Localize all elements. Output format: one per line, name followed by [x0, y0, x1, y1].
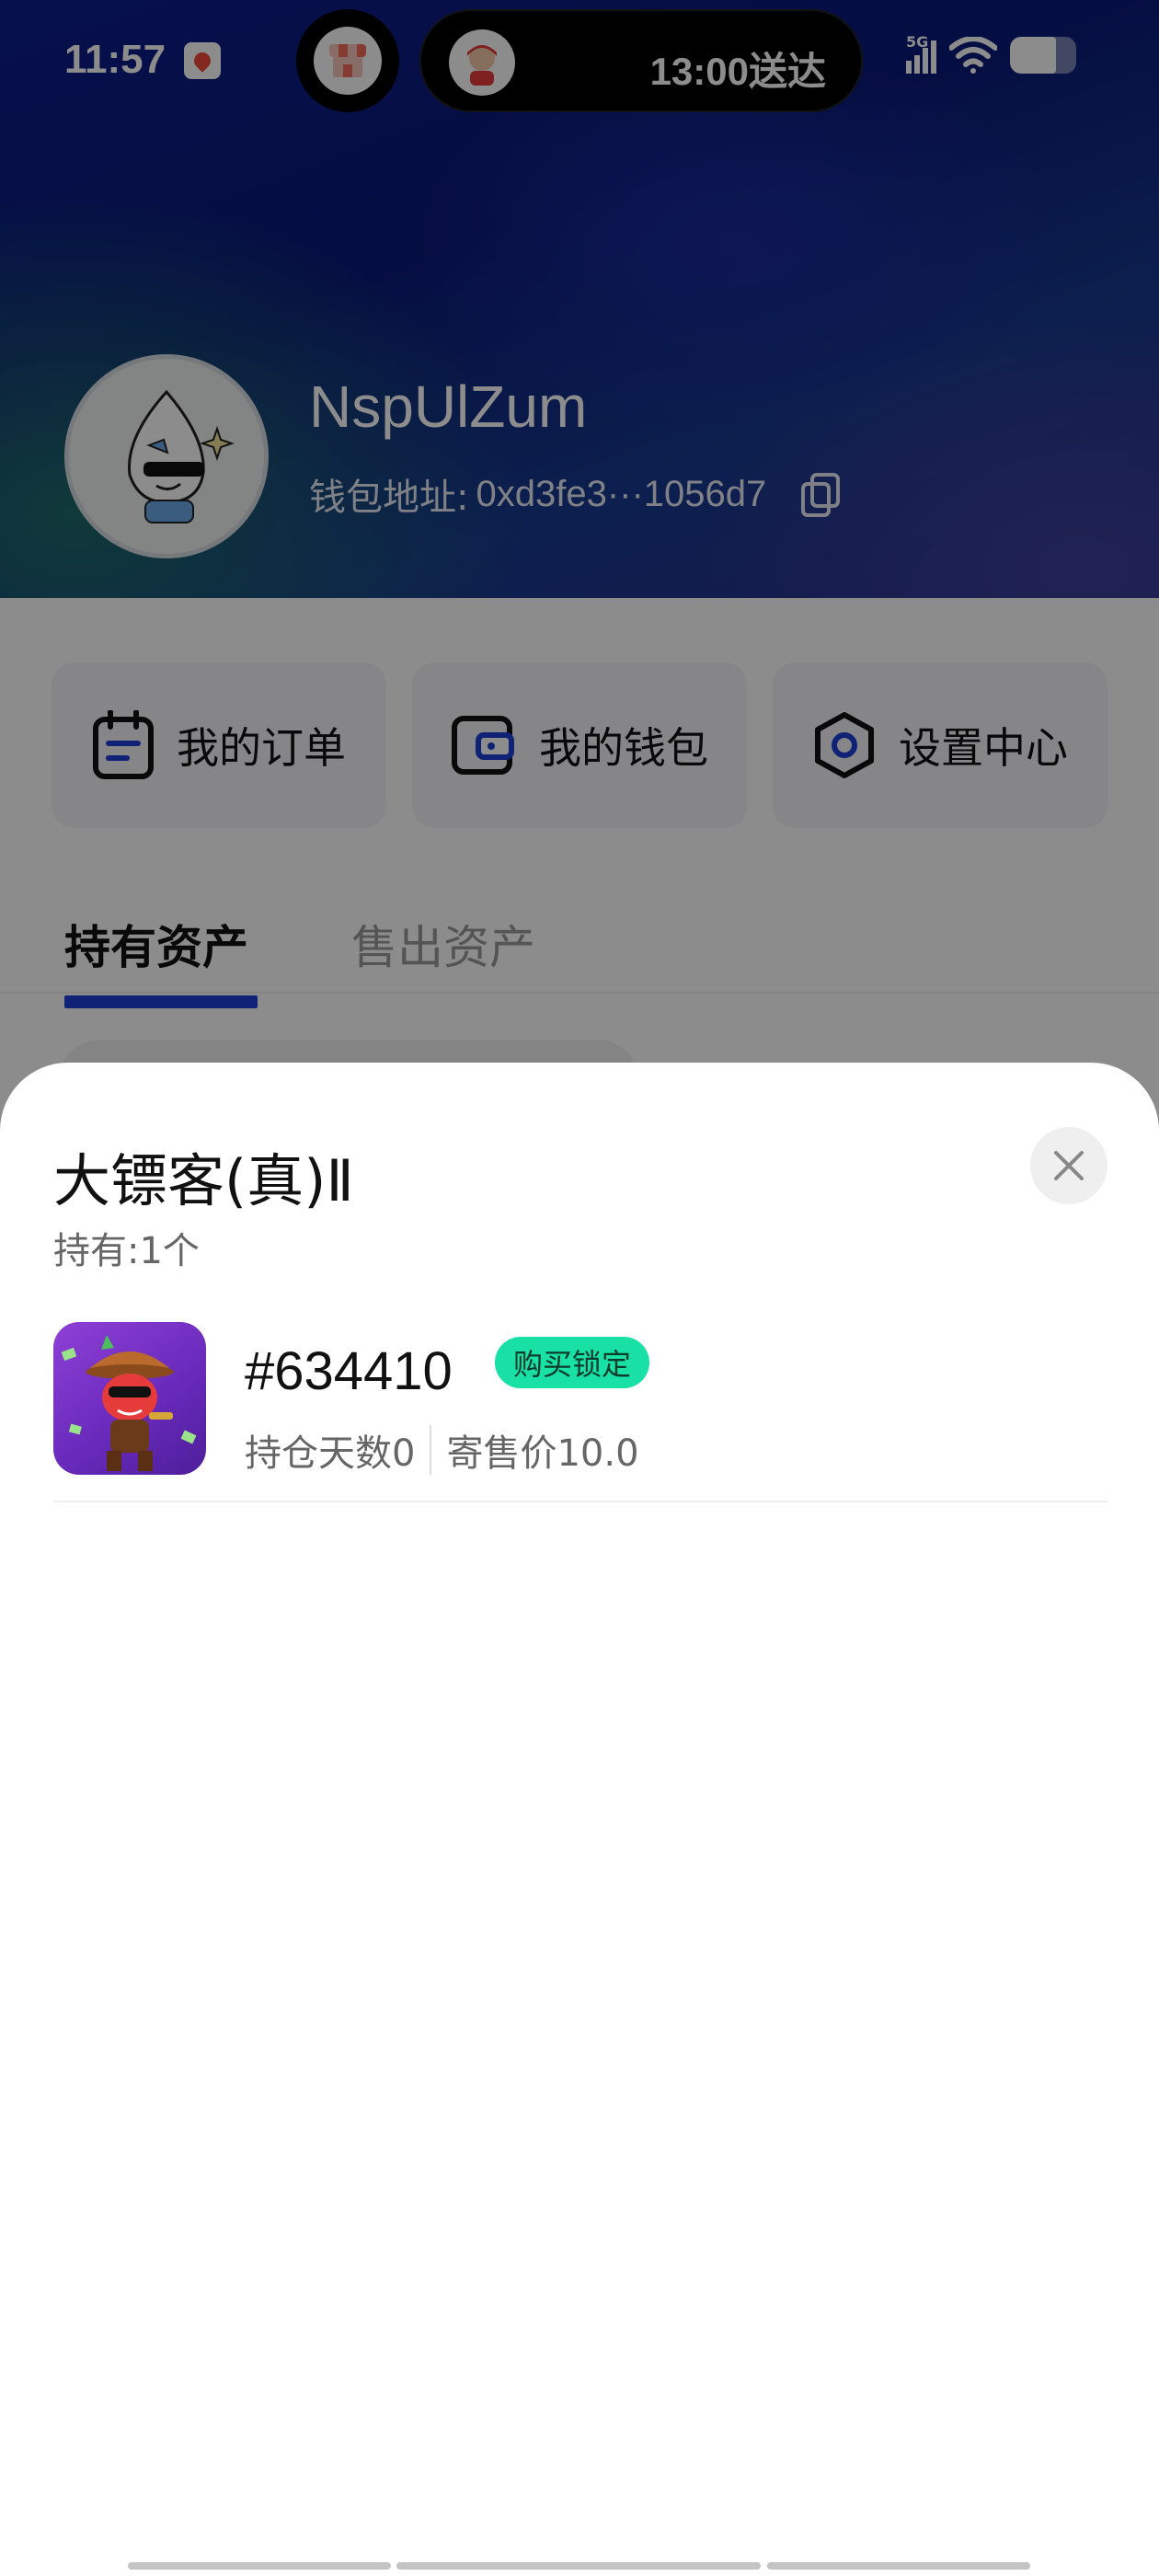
days-held: 持仓天数0 [245, 1432, 416, 1475]
home-indicator-segment [767, 2562, 1030, 2570]
hold-count: 持有:1个 [53, 1230, 200, 1272]
asset-meta: 持仓天数0 寄售价10.0 [245, 1423, 639, 1477]
home-indicator-segment [128, 2562, 391, 2570]
meta-divider [430, 1425, 432, 1475]
consign-price: 寄售价10.0 [446, 1432, 639, 1475]
asset-detail-sheet: 大镖客(真)Ⅱ 持有:1个 #634410 购买锁定 持仓天数0 寄售价10.0 [0, 1063, 1159, 2576]
asset-id: #634410 [245, 1341, 453, 1401]
status-badge: 购买锁定 [495, 1337, 650, 1388]
list-item[interactable]: #634410 购买锁定 持仓天数0 寄售价10.0 [53, 1322, 1107, 1502]
close-icon [1054, 1151, 1084, 1180]
asset-thumbnail [53, 1322, 206, 1475]
sheet-title: 大镖客(真)Ⅱ [53, 1147, 354, 1214]
close-button[interactable] [1030, 1127, 1107, 1204]
home-indicator-segment [396, 2562, 761, 2570]
